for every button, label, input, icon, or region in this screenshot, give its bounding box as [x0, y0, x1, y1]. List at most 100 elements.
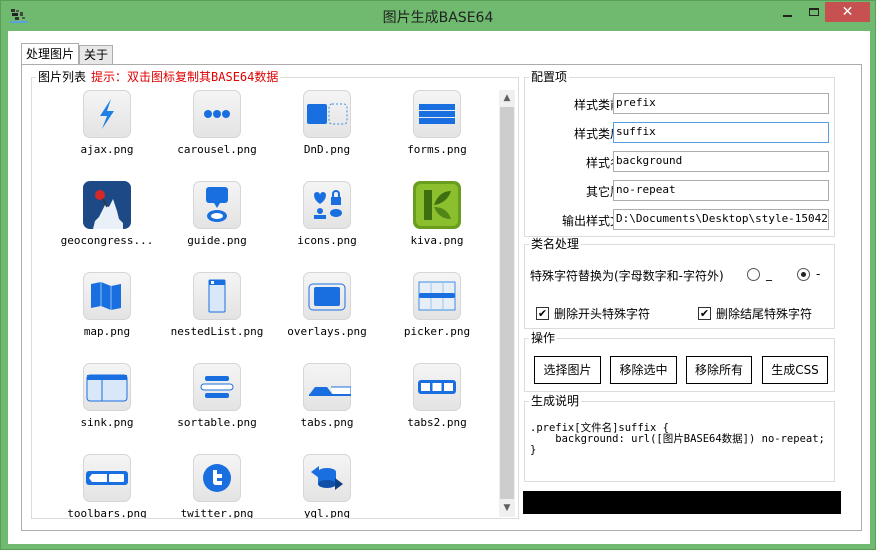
- generation-legend: 生成说明: [529, 394, 582, 408]
- image-list-item[interactable]: twitter.png: [162, 454, 272, 518]
- image-file-name: forms.png: [407, 143, 467, 156]
- kiva-logo-icon: [413, 181, 461, 229]
- config-legend: 配置项: [529, 70, 570, 84]
- image-list-item[interactable]: icons.png: [272, 181, 382, 247]
- image-thumbnail[interactable]: [303, 272, 351, 320]
- image-list-item[interactable]: kiva.png: [382, 181, 492, 247]
- image-thumbnail[interactable]: [413, 363, 461, 411]
- radio-circle[interactable]: [797, 267, 810, 281]
- image-thumbnail[interactable]: [193, 363, 241, 411]
- output-file-row: 输出样式文件 D:\Documents\Desktop\style-150426…: [525, 209, 834, 231]
- scroll-thumb[interactable]: [500, 107, 514, 499]
- speech-bubble-compass-icon: [206, 187, 228, 222]
- dots-icon: [204, 110, 230, 118]
- database-sync-icon: [311, 466, 343, 490]
- image-thumbnail[interactable]: [303, 363, 351, 411]
- radio-underscore[interactable]: _: [747, 267, 772, 281]
- chevron-up-icon: ▲: [503, 93, 511, 103]
- image-thumbnail[interactable]: [303, 90, 351, 138]
- image-list-item[interactable]: guide.png: [162, 181, 272, 247]
- remove-selected-button[interactable]: 移除选中: [610, 356, 677, 384]
- css-template-preview: .prefix[文件名]suffix { background: url([图片…: [530, 422, 825, 456]
- segmented-tabs-icon: [418, 380, 456, 394]
- strip-leading-checkbox[interactable]: ✔ 删除开头特殊字符: [536, 305, 650, 322]
- checkmark-icon[interactable]: ✔: [536, 307, 549, 320]
- checkbox-label: 删除结尾特殊字符: [716, 307, 813, 321]
- toolbar-icon: [86, 471, 128, 485]
- other-attrs-input[interactable]: no-repeat: [613, 180, 829, 201]
- scroll-up-button[interactable]: ▲: [499, 90, 515, 107]
- image-thumbnail[interactable]: [193, 454, 241, 502]
- image-file-name: tabs2.png: [407, 416, 467, 429]
- classname-legend: 类名处理: [529, 237, 582, 251]
- image-list-item[interactable]: nestedList.png: [162, 272, 272, 338]
- image-list-item[interactable]: toolbars.png: [52, 454, 162, 518]
- folded-map-icon: [91, 282, 121, 310]
- image-thumbnail[interactable]: [193, 272, 241, 320]
- image-list-item[interactable]: map.png: [52, 272, 162, 338]
- image-thumbnail[interactable]: [303, 454, 351, 502]
- radio-hyphen[interactable]: -: [797, 267, 820, 281]
- image-thumbnail[interactable]: [413, 272, 461, 320]
- prefix-input[interactable]: prefix: [613, 93, 829, 114]
- style-name-input[interactable]: background: [613, 151, 829, 172]
- image-list-item[interactable]: ajax.png: [52, 90, 162, 156]
- image-thumbnail[interactable]: [83, 363, 131, 411]
- remove-all-button[interactable]: 移除所有: [686, 356, 752, 384]
- classname-group: 类名处理 特殊字符替换为(字母数字和-字符外) _ - ✔ 删除开头特殊字符 ✔…: [524, 237, 835, 329]
- strip-trailing-checkbox[interactable]: ✔ 删除结尾特殊字符: [698, 305, 812, 322]
- tab-about[interactable]: 关于: [79, 45, 114, 64]
- image-file-name: toolbars.png: [67, 507, 147, 518]
- image-thumbnail[interactable]: [83, 272, 131, 320]
- image-thumbnail[interactable]: [413, 90, 461, 138]
- image-file-name: carousel.png: [177, 143, 257, 156]
- prefix-row: 样式类前缀 prefix: [525, 93, 834, 115]
- image-list-item[interactable]: yql.png: [272, 454, 382, 518]
- image-thumbnail[interactable]: [413, 181, 461, 229]
- radio-circle[interactable]: [747, 267, 760, 281]
- image-thumbnail[interactable]: [83, 90, 131, 138]
- image-list-item[interactable]: tabs.png: [272, 363, 382, 429]
- output-file-input[interactable]: D:\Documents\Desktop\style-15042611: [613, 209, 829, 230]
- image-list-item[interactable]: forms.png: [382, 90, 492, 156]
- image-thumbnail[interactable]: [83, 181, 131, 229]
- tab-page-process: 图片列表 提示：双击图标复制其BASE64数据 ajax.png carousel.…: [21, 64, 862, 531]
- picker-icon: [418, 281, 456, 311]
- sortable-bars-icon: [200, 376, 234, 398]
- maximize-button[interactable]: [801, 2, 827, 22]
- image-list-item[interactable]: picker.png: [382, 272, 492, 338]
- maximize-icon: [809, 8, 819, 16]
- image-list-item[interactable]: geocongress...: [52, 181, 162, 247]
- checkmark-icon[interactable]: ✔: [698, 307, 711, 320]
- image-file-name: tabs.png: [300, 416, 354, 429]
- image-file-name: geocongress...: [60, 234, 154, 247]
- image-list-item[interactable]: DnD.png: [272, 90, 382, 156]
- minimize-button[interactable]: [774, 2, 800, 22]
- scroll-down-button[interactable]: ▼: [499, 500, 515, 517]
- icon-set-icon: [314, 190, 342, 219]
- suffix-row: 样式类后缀 suffix: [525, 122, 834, 144]
- style-name-row: 样式名称 background: [525, 151, 834, 173]
- image-list-item[interactable]: tabs2.png: [382, 363, 492, 429]
- image-thumbnail[interactable]: [193, 90, 241, 138]
- select-images-button[interactable]: 选择图片: [534, 356, 601, 384]
- image-list-item[interactable]: overlays.png: [272, 272, 382, 338]
- close-button[interactable]: ✕: [825, 2, 870, 22]
- generate-css-button[interactable]: 生成CSS: [762, 356, 828, 384]
- image-list-item[interactable]: carousel.png: [162, 90, 272, 156]
- tab-process-images[interactable]: 处理图片: [21, 43, 80, 64]
- vertical-scrollbar[interactable]: ▲ ▼: [499, 90, 515, 517]
- image-file-name: sink.png: [80, 416, 134, 429]
- image-list-item[interactable]: sink.png: [52, 363, 162, 429]
- client-area: 处理图片 关于 图片列表 提示：双击图标复制其BASE64数据 ajax.png c…: [8, 31, 870, 544]
- title-bar[interactable]: 图片生成BASE64 ✕: [1, 1, 875, 32]
- image-thumbnail[interactable]: [303, 181, 351, 229]
- image-list-item[interactable]: sortable.png: [162, 363, 272, 429]
- image-thumbnail[interactable]: [193, 181, 241, 229]
- replace-chars-label: 特殊字符替换为(字母数字和-字符外): [530, 269, 724, 283]
- tab-strip: 处理图片 关于: [21, 43, 114, 64]
- suffix-input[interactable]: suffix: [613, 122, 829, 143]
- image-thumbnail[interactable]: [83, 454, 131, 502]
- image-file-name: overlays.png: [287, 325, 367, 338]
- overlay-icon: [308, 283, 346, 311]
